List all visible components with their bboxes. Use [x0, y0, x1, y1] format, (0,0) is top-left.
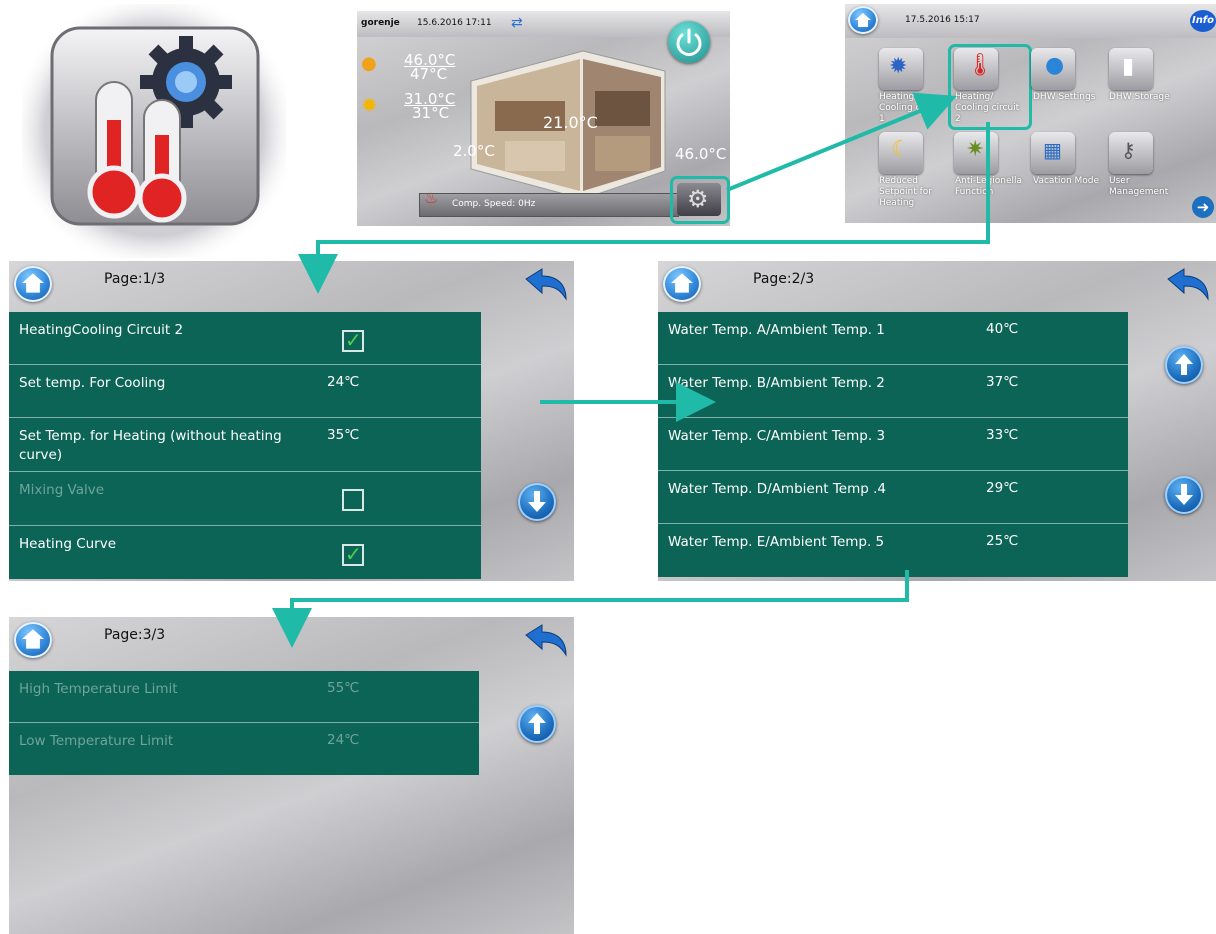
connector-arrow — [298, 122, 990, 294]
connector-arrow — [272, 570, 909, 648]
connector-arrow — [726, 92, 957, 192]
flow-connectors — [272, 92, 990, 648]
